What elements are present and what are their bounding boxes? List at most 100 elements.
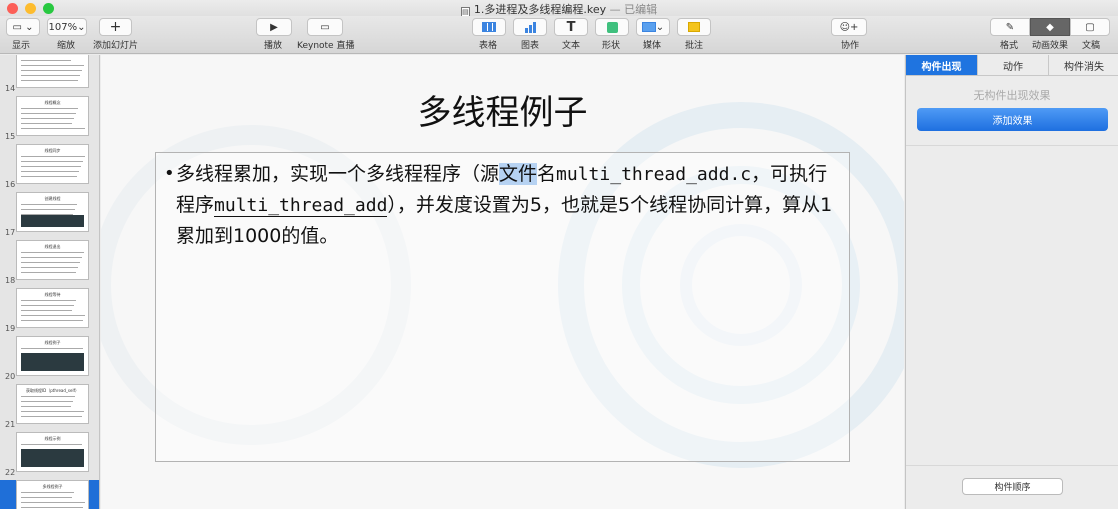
preview-text-line (21, 65, 84, 66)
slide-thumbnail[interactable]: 21 获取线程ID（pthread_self） (0, 384, 99, 429)
no-effect-label: 无构件出现效果 (973, 89, 1051, 102)
format-label: 格式 (1000, 41, 1019, 51)
animate-inspector: 构件出现 动作 构件消失 无构件出现效果 添加效果 构件顺序 (905, 55, 1118, 509)
slide-canvas: 多线程例子 • 多线程累加，实现一个多线程程序（源文件名multi_thread… (101, 55, 904, 509)
play-label: 播放 (264, 41, 283, 51)
document-button[interactable]: ▢ (1070, 18, 1110, 36)
chart-label: 图表 (521, 41, 540, 51)
text-label: 文本 (562, 41, 581, 51)
table-label: 表格 (479, 41, 498, 51)
tab-action[interactable]: 动作 (977, 55, 1048, 76)
edited-status: — 已编辑 (609, 3, 658, 16)
slide-thumbnail[interactable]: 16 线程同步 (0, 144, 99, 189)
slide-preview: 线程同步 (16, 144, 89, 184)
view-button[interactable]: ▭ ⌄ (6, 18, 40, 36)
slide-preview: 多线程例子 (16, 480, 89, 509)
preview-text-line (21, 310, 72, 311)
slide-preview-title: 线程例子 (44, 340, 61, 345)
slide-number: 16 (5, 180, 16, 189)
divider (906, 465, 1118, 466)
chart-button[interactable] (513, 18, 547, 36)
comment-label: 批注 (685, 41, 704, 51)
preview-text-line (21, 252, 84, 253)
keynote-window: ▤ 1.多进程及多线程编程.key — 已编辑 ▭ ⌄ 显示 107% ⌄ 缩放 +… (0, 0, 1118, 509)
preview-text-line (21, 171, 79, 172)
keynote-live-label: Keynote 直播 (297, 41, 355, 51)
preview-text-line (21, 80, 78, 81)
tab-build-in[interactable]: 构件出现 (906, 55, 977, 76)
zoom-value: 107% (48, 21, 78, 33)
build-order-button[interactable]: 构件顺序 (962, 478, 1063, 495)
chevron-down-icon: ⌄ (655, 21, 665, 33)
preview-text-line (21, 396, 75, 397)
slide-preview: 创建线程 (16, 192, 89, 232)
text-icon: T (566, 19, 576, 35)
tab-build-out[interactable]: 构件消失 (1048, 55, 1118, 76)
preview-text-line (21, 507, 83, 508)
add-slide-label: 添加幻灯片 (93, 41, 139, 51)
comment-icon (688, 22, 700, 32)
slide-number: 20 (5, 372, 16, 381)
collaborate-icon: ☺+ (839, 21, 859, 33)
preview-code-block (21, 449, 84, 467)
media-icon (641, 22, 656, 32)
preview-text-line (21, 348, 83, 349)
slide-navigator: 14 15 线程概念 16 线程同步 17 创建线程 18 线程退出 19 线程等待 20 线程例子 21… (0, 55, 100, 509)
collaborate-button[interactable]: ☺+ (831, 18, 867, 36)
text-button[interactable]: T (554, 18, 588, 36)
preview-text-line (21, 166, 81, 167)
chart-icon (524, 21, 536, 33)
slide-thumbnail[interactable]: 15 线程概念 (0, 96, 99, 141)
preview-text-line (21, 60, 71, 61)
slide-preview-title: 线程等待 (44, 292, 61, 297)
paintbrush-icon: ✎ (1005, 21, 1015, 33)
slide-thumbnail[interactable]: 17 创建线程 (0, 192, 99, 237)
play-icon: ▶ (270, 21, 278, 33)
slide-preview: 线程退出 (16, 240, 89, 280)
play-button[interactable]: ▶ (256, 18, 292, 36)
slide-number: 15 (5, 132, 16, 141)
slide-thumbnail[interactable]: 18 线程退出 (0, 240, 99, 285)
animate-button[interactable]: ◆ (1030, 18, 1070, 36)
add-slide-button[interactable]: + (99, 18, 132, 36)
selected-text: 文件 (499, 163, 538, 185)
slide-number: 19 (5, 324, 16, 333)
view-icon: ▭ ⌄ (12, 21, 34, 33)
preview-text-line (21, 123, 72, 124)
keynote-live-button[interactable]: ▭ (307, 18, 343, 36)
slide-thumbnail[interactable]: 20 线程例子 (0, 336, 99, 381)
preview-text-line (21, 401, 73, 402)
slide-preview-title: 多线程例子 (42, 484, 63, 489)
source-filename: multi_thread_add.c (556, 164, 752, 185)
title-bar: ▤ 1.多进程及多线程编程.key — 已编辑 (0, 0, 1118, 18)
preview-text-line (21, 267, 78, 268)
slide-thumbnail[interactable]: 22 线程示例 (0, 432, 99, 477)
comment-button[interactable] (677, 18, 711, 36)
shape-button[interactable] (595, 18, 629, 36)
preview-text-line (21, 161, 83, 162)
zoom-select[interactable]: 107% ⌄ (47, 18, 87, 36)
zoom-label: 缩放 (57, 41, 76, 51)
document-icon: ▢ (1085, 21, 1095, 33)
slide-preview-title: 线程同步 (44, 148, 61, 153)
preview-text-line (21, 406, 71, 407)
slide-thumbnail[interactable]: 23多线程例子 (0, 480, 99, 509)
slide-preview: 获取线程ID（pthread_self） (16, 384, 89, 424)
slide-preview-title: 线程退出 (44, 244, 61, 249)
body-text[interactable]: • 多线程累加，实现一个多线程程序（源文件名multi_thread_add.c… (164, 159, 843, 251)
slide-thumbnail[interactable]: 14 (0, 55, 99, 93)
format-button[interactable]: ✎ (990, 18, 1030, 36)
slide-thumbnail[interactable]: 19 线程等待 (0, 288, 99, 333)
preview-text-line (21, 300, 76, 301)
slide-title[interactable]: 多线程例子 (101, 85, 904, 134)
slide-number: 22 (5, 468, 16, 477)
slide-preview (16, 55, 89, 88)
preview-text-line (21, 502, 85, 503)
preview-text-line (21, 209, 75, 210)
body-text-box[interactable]: • 多线程累加，实现一个多线程程序（源文件名multi_thread_add.c… (155, 152, 850, 462)
media-button[interactable]: ⌄ (636, 18, 670, 36)
add-effect-button[interactable]: 添加效果 (917, 108, 1108, 131)
slide-number: 17 (5, 228, 16, 237)
table-button[interactable] (472, 18, 506, 36)
preview-text-line (21, 305, 74, 306)
